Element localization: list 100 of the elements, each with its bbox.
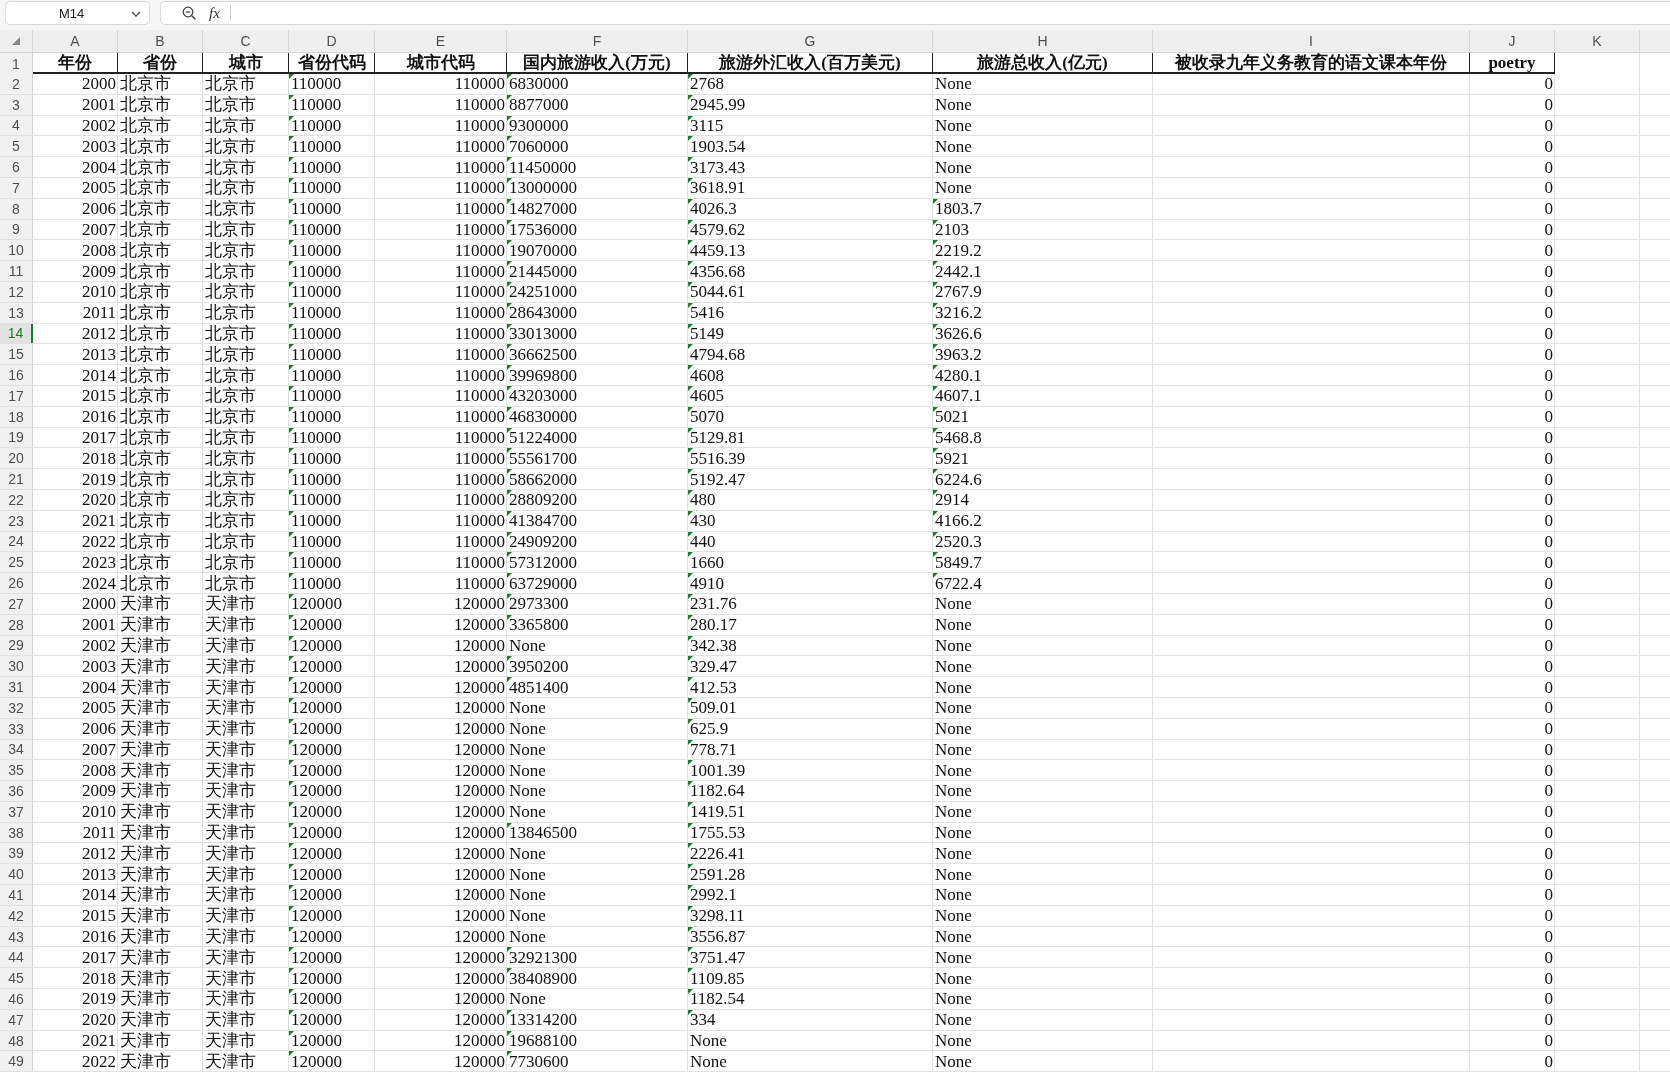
cell-value: 天津市 (205, 739, 256, 759)
cell-value: 0 (1544, 1051, 1553, 1071)
row-number[interactable]: 2 (0, 74, 33, 94)
cell-value: 1182.54 (690, 989, 745, 1009)
row-number[interactable]: 27 (0, 593, 33, 614)
row-number[interactable]: 46 (0, 989, 33, 1009)
row-number[interactable]: 13 (0, 302, 33, 323)
row-number[interactable]: 19 (0, 427, 33, 448)
cell-value: 120000 (291, 615, 342, 635)
column-letter[interactable]: I (1153, 30, 1470, 53)
row-number[interactable]: 22 (0, 489, 33, 510)
row-number[interactable]: 48 (0, 1030, 33, 1051)
row-number[interactable]: 9 (0, 219, 33, 240)
row-number[interactable]: 20 (0, 448, 33, 469)
cell-value: 4607.1 (935, 386, 982, 406)
cell-value: 110000 (454, 552, 505, 572)
cell-value: None (935, 802, 972, 822)
cell-value: 天津市 (205, 927, 256, 947)
row-number[interactable]: 45 (0, 968, 33, 989)
cell-value: 120000 (454, 698, 505, 718)
column-letter[interactable]: K (1555, 30, 1640, 53)
row-number[interactable]: 49 (0, 1051, 33, 1072)
cell-value: 120000 (291, 698, 342, 718)
row-number[interactable]: 8 (0, 198, 33, 219)
row-number[interactable]: 10 (0, 240, 33, 261)
row-number[interactable]: 12 (0, 281, 33, 302)
cell-value: 120000 (454, 823, 505, 843)
cell-value: 天津市 (120, 989, 171, 1009)
row-number[interactable]: 44 (0, 947, 33, 968)
row-number[interactable]: 42 (0, 905, 33, 926)
row-number[interactable]: 17 (0, 385, 33, 406)
row-number[interactable]: 4 (0, 115, 33, 136)
row-number[interactable]: 32 (0, 697, 33, 718)
cell-value: 110000 (454, 511, 505, 531)
row-number[interactable]: 31 (0, 677, 33, 697)
insert-function-button[interactable]: fx (207, 3, 222, 23)
cell-value: 5468.8 (935, 427, 982, 447)
column-letter[interactable]: F (507, 30, 688, 53)
cell-value: 7060000 (509, 136, 569, 156)
column-letter[interactable]: B (118, 30, 203, 53)
cell-value: 120000 (454, 1010, 505, 1030)
row-number[interactable]: 28 (0, 614, 33, 635)
row-number[interactable]: 29 (0, 635, 33, 656)
cell-value: 北京市 (205, 490, 256, 510)
row-number[interactable]: 24 (0, 531, 33, 552)
column-letter[interactable]: C (203, 30, 289, 53)
row-number[interactable]: 5 (0, 136, 33, 157)
row-number[interactable]: 26 (0, 573, 33, 593)
column-title: 省份 (143, 53, 177, 72)
cell-value: 4605 (690, 386, 724, 406)
select-all-icon[interactable] (12, 37, 20, 45)
row-number[interactable]: 40 (0, 864, 33, 885)
column-letter[interactable]: H (933, 30, 1153, 53)
row-number[interactable]: 18 (0, 406, 33, 427)
cell-value: 北京市 (120, 552, 171, 572)
row-number[interactable]: 11 (0, 261, 33, 281)
row-number[interactable]: 33 (0, 718, 33, 739)
row-number[interactable]: 34 (0, 739, 33, 760)
cell-value: 110000 (291, 552, 342, 572)
cell-value: 24909200 (509, 531, 577, 551)
cell-value: 0 (1544, 282, 1553, 302)
cell-value: 2004 (82, 157, 116, 177)
cell-value: 天津市 (205, 698, 256, 718)
cell-value: 2000 (82, 74, 116, 94)
column-letter[interactable]: D (289, 30, 375, 53)
cell-value: 110000 (454, 531, 505, 551)
cell-value: 0 (1544, 511, 1553, 531)
row-number[interactable]: 41 (0, 885, 33, 905)
cell-value: 480 (690, 490, 716, 510)
cell-value: 北京市 (120, 407, 171, 427)
row-number[interactable]: 37 (0, 801, 33, 822)
row-number[interactable]: 47 (0, 1009, 33, 1030)
magnifier-icon[interactable] (182, 6, 196, 20)
row-number[interactable]: 14 (0, 323, 33, 344)
formula-bar[interactable]: fx (160, 1, 1670, 25)
row-number[interactable]: 3 (0, 94, 33, 115)
column-letter[interactable]: A (33, 30, 118, 53)
column-letter[interactable]: E (375, 30, 507, 53)
cell-value: None (935, 906, 972, 926)
row-number[interactable]: 7 (0, 178, 33, 198)
row-number[interactable]: 25 (0, 552, 33, 573)
row-number[interactable]: 36 (0, 781, 33, 801)
row-number[interactable]: 16 (0, 365, 33, 385)
row-number[interactable]: 21 (0, 469, 33, 489)
row-number[interactable]: 43 (0, 926, 33, 947)
name-box[interactable]: M14 (5, 1, 150, 25)
cell-value: 2011 (82, 823, 116, 843)
row-number[interactable]: 1 (0, 53, 33, 74)
row-number[interactable]: 15 (0, 344, 33, 365)
column-letter[interactable]: G (688, 30, 933, 53)
row-number[interactable]: 30 (0, 656, 33, 677)
cell-value: 北京市 (120, 219, 171, 239)
row-number[interactable]: 23 (0, 510, 33, 531)
cell-value: None (935, 760, 972, 780)
row-number[interactable]: 6 (0, 157, 33, 177)
row-number[interactable]: 39 (0, 843, 33, 864)
column-letter[interactable]: J (1470, 30, 1555, 53)
row-number[interactable]: 38 (0, 822, 33, 843)
row-number[interactable]: 35 (0, 760, 33, 781)
cell-value: 0 (1544, 552, 1553, 572)
